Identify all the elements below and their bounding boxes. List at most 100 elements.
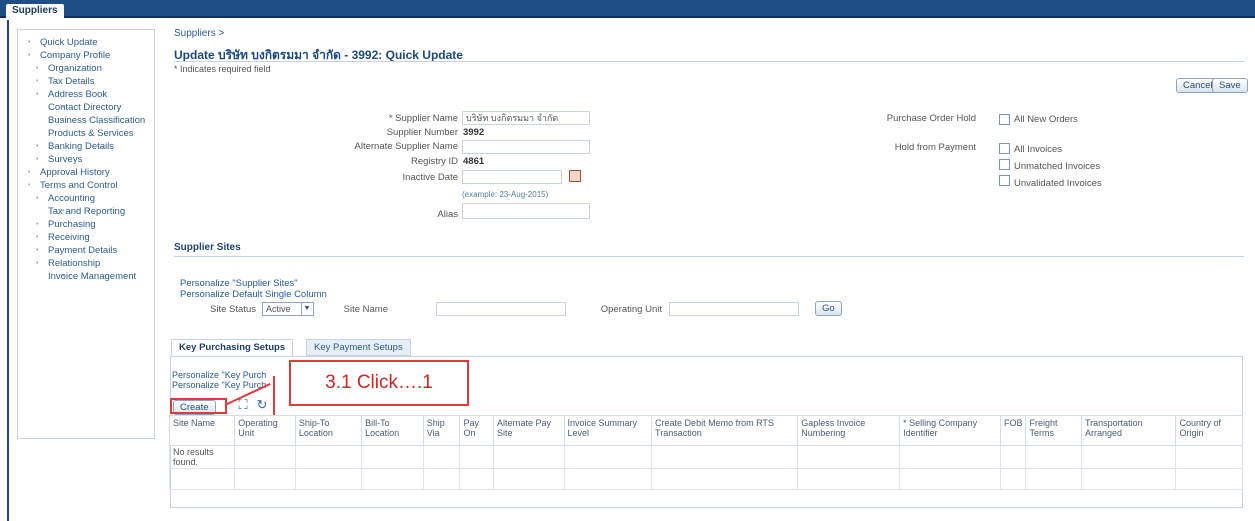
supplier-name-label: * Supplier Name bbox=[388, 113, 458, 124]
sidebar-item-label: Company Profile bbox=[40, 50, 111, 61]
inactive-date-field[interactable] bbox=[462, 170, 562, 184]
bullet-icon: • bbox=[36, 143, 39, 150]
sidebar-item[interactable]: • Accounting bbox=[18, 192, 154, 205]
tab-key-purchasing-setups[interactable]: Key Purchasing Setups bbox=[171, 339, 294, 356]
site-status-value: Active bbox=[266, 304, 291, 314]
unmatched-invoices-checkbox[interactable] bbox=[999, 159, 1010, 170]
sidebar-item-label: Address Book bbox=[48, 89, 108, 100]
registry-id-value: 4861 bbox=[463, 156, 485, 167]
go-button[interactable]: Go bbox=[815, 301, 842, 316]
supplier-sites-table: Site Name Operating Unit Ship-To Location B… bbox=[168, 415, 1243, 490]
sidebar-item[interactable]: • Address Book bbox=[18, 88, 154, 101]
column-header[interactable]: Ship Via bbox=[422, 415, 461, 446]
sidebar-item[interactable]: • Tax and Reporting bbox=[18, 205, 154, 218]
sidebar-item[interactable]: • Purchasing bbox=[18, 218, 154, 231]
all-new-orders-label: All New Orders bbox=[1014, 114, 1078, 125]
breadcrumb[interactable]: Suppliers > bbox=[174, 28, 224, 39]
bullet-icon: • bbox=[62, 273, 65, 280]
chevron-down-icon: ▼ bbox=[301, 303, 312, 315]
unmatched-invoices-label: Unmatched Invoices bbox=[1014, 161, 1101, 172]
supplier-sites-heading: Supplier Sites bbox=[174, 242, 241, 253]
table-header-row: Site Name Operating Unit Ship-To Location B… bbox=[168, 415, 1243, 446]
required-note: * Indicates required field bbox=[174, 64, 271, 74]
unvalidated-invoices-checkbox[interactable] bbox=[999, 175, 1010, 186]
column-header[interactable]: Country of Origin bbox=[1175, 415, 1243, 446]
sidebar-item[interactable]: • Surveys bbox=[18, 153, 154, 166]
column-header[interactable]: Site Name bbox=[168, 415, 236, 446]
operating-unit-field[interactable] bbox=[669, 302, 799, 316]
column-header[interactable]: Create Debit Memo from RTS Transaction bbox=[651, 415, 799, 446]
bullet-icon: • bbox=[36, 260, 39, 267]
site-status-label: Site Status bbox=[210, 304, 256, 315]
sidebar-item[interactable]: • Company Profile bbox=[18, 49, 154, 62]
site-name-field[interactable] bbox=[436, 302, 566, 316]
tab-key-payment-setups[interactable]: Key Payment Setups bbox=[306, 339, 411, 356]
sidebar-item-label: Receiving bbox=[48, 232, 90, 243]
column-header[interactable]: Freight Terms bbox=[1025, 415, 1082, 446]
personalize-key-purchasing-link-2[interactable]: Personalize "Key Purch bbox=[172, 380, 266, 390]
column-header[interactable]: Transportation Arranged bbox=[1080, 415, 1177, 446]
sidebar-item[interactable]: • Relationship bbox=[18, 257, 154, 270]
bullet-icon: • bbox=[28, 169, 31, 176]
column-header[interactable]: Invoice Summary Level bbox=[563, 415, 653, 446]
inactive-date-label: Inactive Date bbox=[402, 172, 458, 183]
column-header[interactable]: Bill-To Location bbox=[361, 415, 424, 446]
all-invoices-label: All Invoices bbox=[1014, 144, 1063, 155]
column-header[interactable]: Gapless Invoice Numbering bbox=[797, 415, 901, 446]
sidebar-item[interactable]: • Terms and Control bbox=[18, 179, 154, 192]
sidebar: • Quick Update • Company Profile • Organizati… bbox=[17, 29, 155, 439]
sidebar-item-label: Payment Details bbox=[48, 245, 118, 256]
detach-icon[interactable]: ⛶ bbox=[236, 398, 250, 412]
personalize-default-single-column-link[interactable]: Personalize Default Single Column bbox=[180, 289, 327, 300]
operating-unit-label: Operating Unit bbox=[600, 304, 662, 315]
sidebar-item[interactable]: • Quick Update bbox=[18, 36, 154, 49]
bullet-icon: • bbox=[36, 65, 39, 72]
all-new-orders-checkbox[interactable] bbox=[999, 114, 1010, 125]
sidebar-item[interactable]: • Invoice Management bbox=[18, 270, 154, 283]
sidebar-list: • Quick Update • Company Profile • Organizati… bbox=[18, 30, 154, 283]
sidebar-item[interactable]: • Tax Details bbox=[18, 75, 154, 88]
sidebar-item-label: Accounting bbox=[48, 193, 96, 204]
column-header[interactable]: Alternate Pay Site bbox=[493, 415, 565, 446]
bullet-icon: • bbox=[62, 130, 65, 137]
bullet-icon: • bbox=[36, 221, 39, 228]
personalize-supplier-sites-link[interactable]: Personalize "Supplier Sites" bbox=[180, 278, 298, 289]
personalize-key-purchasing-link[interactable]: Personalize "Key Purch bbox=[172, 370, 266, 380]
alias-field[interactable] bbox=[462, 203, 590, 219]
empty-message: No results found. bbox=[168, 445, 236, 469]
sidebar-item[interactable]: • Organization bbox=[18, 62, 154, 75]
bullet-icon: • bbox=[36, 247, 39, 254]
sidebar-item[interactable]: • Products & Services bbox=[18, 127, 154, 140]
sidebar-item[interactable]: • Business Classification bbox=[18, 114, 154, 127]
all-invoices-checkbox[interactable] bbox=[999, 143, 1010, 154]
column-header[interactable]: Operating Unit bbox=[234, 415, 296, 446]
site-name-label: Site Name bbox=[343, 304, 388, 315]
sidebar-item[interactable]: • Banking Details bbox=[18, 140, 154, 153]
site-status-select[interactable]: Active ▼ bbox=[262, 302, 314, 316]
supplier-number-value: 3992 bbox=[463, 127, 485, 138]
table-row bbox=[168, 468, 1243, 490]
bullet-icon: • bbox=[28, 182, 31, 189]
bullet-icon: • bbox=[62, 208, 65, 215]
alternate-supplier-name-label: Alternate Supplier Name bbox=[354, 141, 459, 152]
sidebar-item-label: Quick Update bbox=[40, 37, 98, 48]
column-header[interactable]: * Selling Company Identifier bbox=[899, 415, 1001, 446]
sidebar-item[interactable]: • Payment Details bbox=[18, 244, 154, 257]
refresh-icon[interactable]: ↻ bbox=[255, 398, 269, 412]
sidebar-item[interactable]: • Contact Directory bbox=[18, 101, 154, 114]
column-header[interactable]: FOB bbox=[999, 415, 1027, 446]
column-header[interactable]: Ship-To Location bbox=[294, 415, 363, 446]
sidebar-item[interactable]: • Receiving bbox=[18, 231, 154, 244]
column-header[interactable]: Pay On bbox=[459, 415, 495, 446]
calendar-icon[interactable] bbox=[569, 170, 581, 182]
sidebar-item-label: Organization bbox=[48, 63, 102, 74]
create-button-highlight bbox=[170, 398, 227, 414]
save-button[interactable]: Save bbox=[1212, 78, 1248, 93]
alternate-supplier-name-field[interactable] bbox=[462, 140, 590, 154]
hold-from-payment-label: Hold from Payment bbox=[894, 142, 976, 153]
bullet-icon: • bbox=[62, 104, 65, 111]
tab-suppliers[interactable]: Suppliers bbox=[6, 4, 64, 18]
sidebar-item[interactable]: • Approval History bbox=[18, 166, 154, 179]
supplier-name-field[interactable]: บริษัท บงกิตรมมา จำกัด bbox=[462, 111, 590, 125]
bullet-icon: • bbox=[36, 234, 39, 241]
